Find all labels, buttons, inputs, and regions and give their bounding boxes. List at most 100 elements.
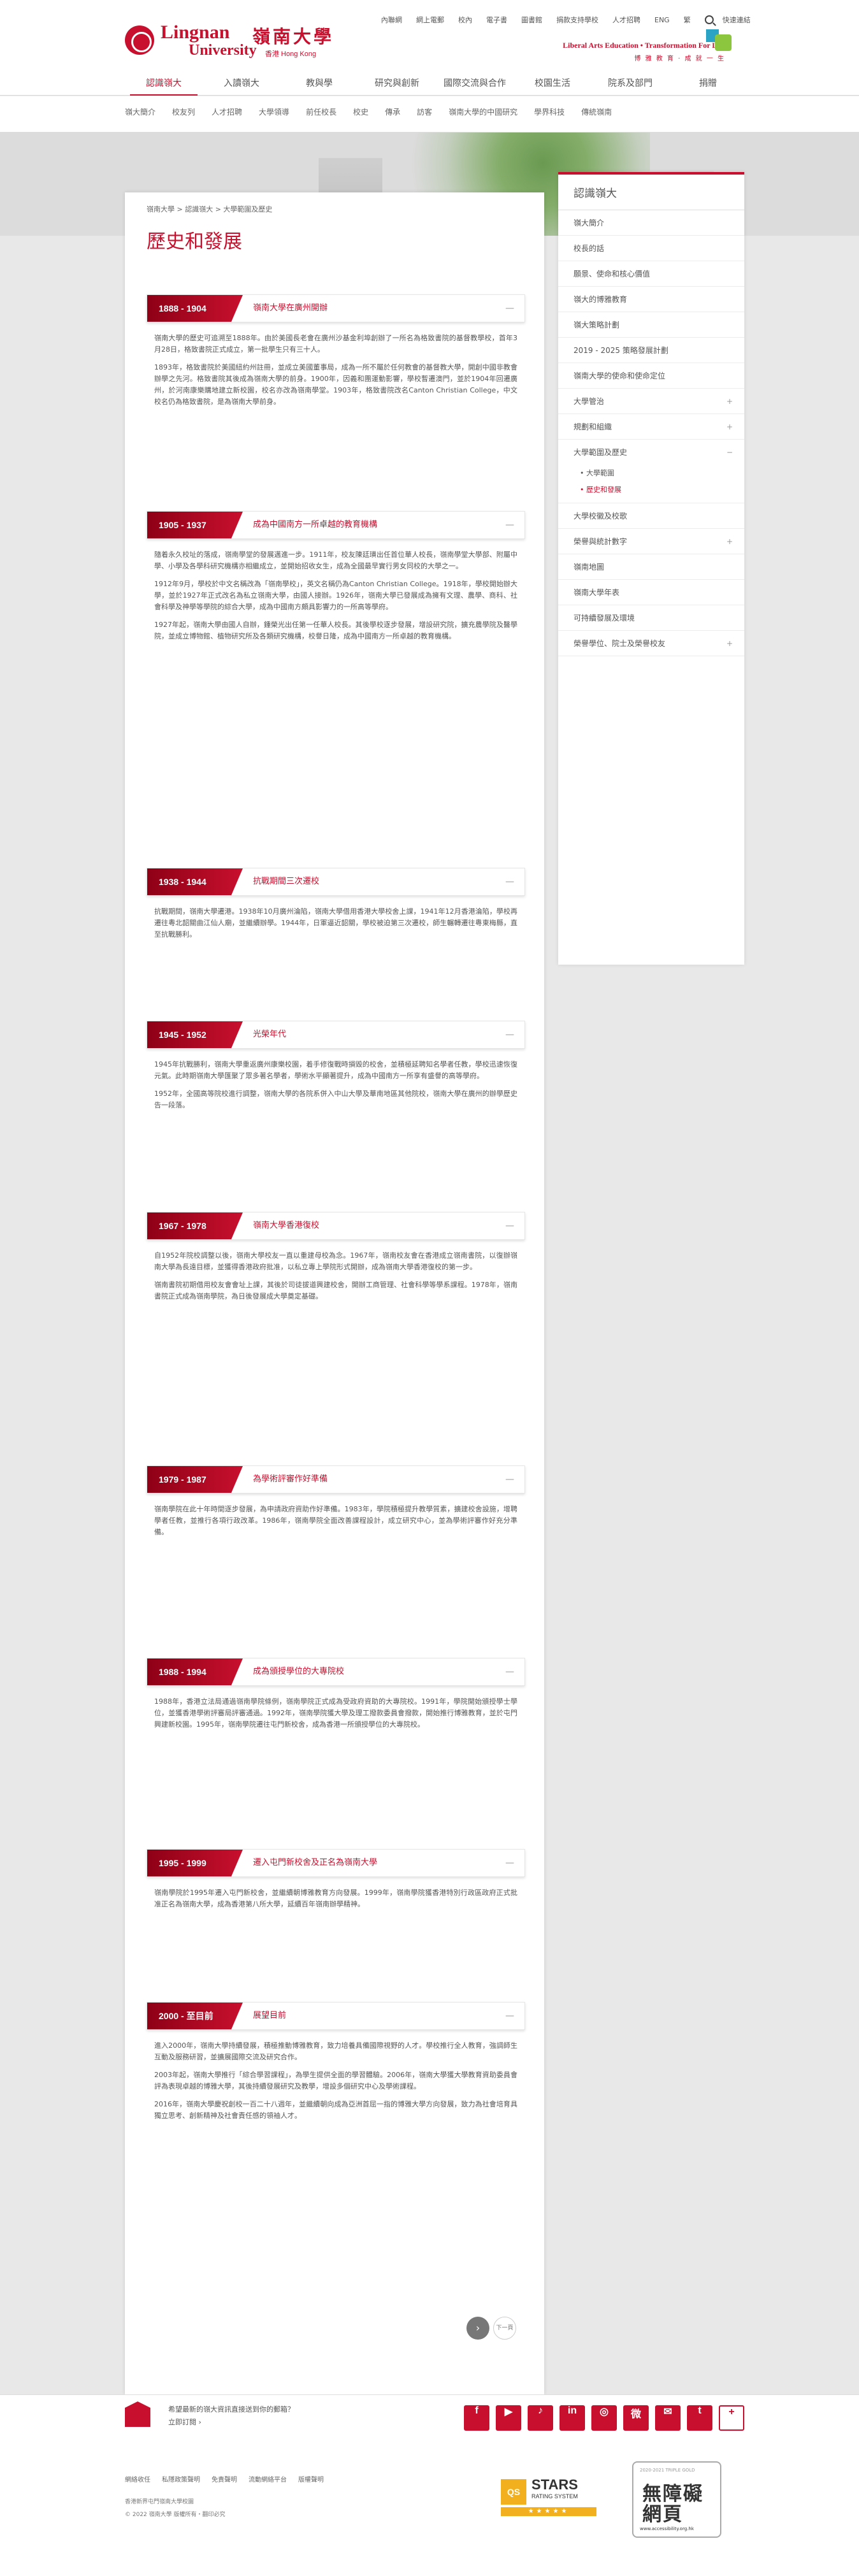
lang-switch-eng[interactable]: ENG	[654, 16, 670, 24]
subnav-item[interactable]: 校史	[353, 106, 368, 117]
sidebar-item-label: 校長的話	[574, 244, 605, 253]
youtube-icon[interactable]: ▶	[496, 2405, 521, 2431]
sidebar-item[interactable]: 嶺大策略計劃	[558, 312, 744, 338]
nav-global[interactable]: 國際交流與合作	[436, 71, 514, 96]
footer-link[interactable]: 私隱政策聲明	[162, 2474, 200, 2484]
sidebar-item[interactable]: 2019 - 2025 策略發展計劃	[558, 338, 744, 363]
collapse-icon[interactable]: −	[726, 440, 733, 465]
twitter-icon[interactable]: t	[687, 2405, 712, 2431]
era-header[interactable]: 1995 - 1999 遷入屯門新校舍及正名為嶺南大學 —	[147, 1849, 525, 1877]
sidebar-item[interactable]: 嶺大簡介	[558, 210, 744, 236]
accessibility-badge[interactable]: 2020-2021 TRIPLE GOLD 無障礙網頁 www.accessib…	[632, 2461, 721, 2538]
subnav-item[interactable]: 傳承	[385, 106, 400, 117]
expand-icon[interactable]: +	[726, 631, 733, 656]
sidebar-subitem-active[interactable]: • 歷史和發展	[558, 482, 744, 503]
weibo-icon[interactable]: 微	[623, 2405, 649, 2431]
footer-link[interactable]: 免責聲明	[212, 2474, 237, 2484]
wechat-icon[interactable]: ✉	[655, 2405, 681, 2431]
collapse-icon[interactable]: —	[505, 1212, 514, 1239]
collapse-icon[interactable]: —	[505, 1659, 514, 1685]
sidebar-item[interactable]: 榮譽學位、院士及榮譽校友 +	[558, 631, 744, 656]
subnav-item[interactable]: 嶺南大學的中國研究	[449, 106, 517, 117]
sidebar-item[interactable]: 嶺南地圖	[558, 554, 744, 580]
sidebar-item[interactable]: 願景、使命和核心價值	[558, 261, 744, 287]
top-link-ebook[interactable]: 電子書	[486, 15, 507, 25]
sidebar-title: 認識嶺大	[558, 172, 744, 210]
top-link-careers[interactable]: 人才招聘	[612, 15, 640, 25]
top-link-library[interactable]: 圖書館	[521, 15, 542, 25]
footer-link[interactable]: 流動網絡平台	[249, 2474, 287, 2484]
collapse-icon[interactable]: —	[505, 868, 514, 895]
sidebar-item[interactable]: 校長的話	[558, 236, 744, 261]
sidebar-item[interactable]: 榮譽與統計數字 +	[558, 529, 744, 554]
newsletter-subscribe-link[interactable]: 立即訂閱 ›	[168, 2417, 201, 2427]
era-header[interactable]: 1979 - 1987 為學術評審作好準備 —	[147, 1465, 525, 1493]
linkedin-icon[interactable]: in	[559, 2405, 585, 2431]
next-page-button[interactable]: ›	[466, 2317, 489, 2340]
next-page-label[interactable]: 下一頁	[493, 2317, 516, 2340]
top-link-campus[interactable]: 校內	[458, 15, 472, 25]
subnav-item[interactable]: 學界科技	[534, 106, 565, 117]
collapse-icon[interactable]: —	[505, 295, 514, 322]
tagline-en: Liberal Arts Education • Transformation …	[563, 41, 725, 50]
sidebar-item[interactable]: 嶺南大學年表	[558, 580, 744, 605]
sidebar-item[interactable]: 大學校徽及校歌	[558, 503, 744, 529]
sidebar-item[interactable]: 大學管治 +	[558, 389, 744, 414]
nav-giving[interactable]: 捐贈	[669, 71, 747, 96]
collapse-icon[interactable]: —	[505, 1021, 514, 1048]
lingnan-logo[interactable]: Lingnan 嶺南大學 University 香港 Hong Kong	[125, 22, 348, 61]
subnav-item[interactable]: 前任校長	[306, 106, 336, 117]
era-title: 嶺南大學在廣州開辦	[253, 303, 328, 313]
expand-icon[interactable]: +	[726, 389, 733, 414]
subnav-item[interactable]: 校友列	[172, 106, 195, 117]
nav-teaching[interactable]: 教與學	[280, 71, 358, 96]
subnav-item[interactable]: 人才招聘	[212, 106, 242, 117]
subnav-item[interactable]: 訪客	[417, 106, 432, 117]
nav-admissions[interactable]: 入讀嶺大	[203, 71, 280, 96]
breadcrumb[interactable]: 嶺南大學 > 認識嶺大 > 大學範圍及歷史	[147, 204, 272, 214]
sidebar-item[interactable]: 可持續發展及環境	[558, 605, 744, 631]
sidebar-subitem[interactable]: • 大學範圍	[558, 465, 744, 482]
collapse-icon[interactable]: —	[505, 1850, 514, 1876]
era-section: 1945 - 1952 光榮年代 — 1945年抗戰勝利，嶺南大學重返廣州康樂校…	[147, 1021, 525, 1118]
expand-icon[interactable]: +	[726, 529, 733, 554]
subnav-item[interactable]: 傳統嶺南	[581, 106, 612, 117]
search-icon[interactable]	[704, 15, 714, 24]
era-header[interactable]: 1945 - 1952 光榮年代 —	[147, 1021, 525, 1049]
sidebar-item-label: 大學管治	[574, 397, 605, 406]
lang-switch-trad[interactable]: 繁	[684, 15, 691, 25]
nav-campus-life[interactable]: 校園生活	[514, 71, 591, 96]
sidebar-item[interactable]: 規劃和組織 +	[558, 414, 744, 440]
instagram-icon[interactable]: ◎	[591, 2405, 617, 2431]
facebook-icon[interactable]: f	[464, 2405, 489, 2431]
era-header[interactable]: 1938 - 1944 抗戰期間三次遷校 —	[147, 868, 525, 896]
subnav-item[interactable]: 嶺大簡介	[125, 106, 155, 117]
sidebar-item[interactable]: 嶺南大學的使命和使命定位	[558, 363, 744, 389]
more-social-icon[interactable]: +	[719, 2405, 744, 2431]
era-header[interactable]: 2000 - 至目前 展望目前 —	[147, 2002, 525, 2030]
nav-about[interactable]: 認識嶺大	[125, 71, 203, 96]
era-header[interactable]: 1905 - 1937 成為中國南方一所卓越的教育機構 —	[147, 511, 525, 539]
sidebar: 認識嶺大 嶺大簡介 校長的話 願景、使命和核心價值 嶺大的博雅教育 嶺大策略計劃…	[558, 172, 744, 965]
nav-departments[interactable]: 院系及部門	[591, 71, 669, 96]
footer-link[interactable]: 網絡收任	[125, 2474, 150, 2484]
era-header[interactable]: 1888 - 1904 嶺南大學在廣州開辦 —	[147, 294, 525, 322]
collapse-icon[interactable]: —	[505, 2003, 514, 2029]
footer-link[interactable]: 版權聲明	[298, 2474, 324, 2484]
qs-stars-badge[interactable]: QS STARS RATING SYSTEM ★★★★★	[501, 2477, 603, 2516]
collapse-icon[interactable]: —	[505, 512, 514, 538]
top-link-donate[interactable]: 捐款支持學校	[556, 15, 598, 25]
era-header[interactable]: 1988 - 1994 成為頒授學位的大專院校 —	[147, 1658, 525, 1686]
top-link-intranet[interactable]: 內聯網	[381, 15, 402, 25]
sidebar-item[interactable]: 嶺大的博雅教育	[558, 287, 744, 312]
subnav-item[interactable]: 大學領導	[259, 106, 289, 117]
top-link-email[interactable]: 網上電郵	[416, 15, 444, 25]
quick-links-dropdown[interactable]: 快速連結	[723, 15, 751, 25]
sidebar-item[interactable]: 大學範圍及歷史 −	[558, 440, 744, 465]
expand-icon[interactable]: +	[726, 414, 733, 440]
era-header[interactable]: 1967 - 1978 嶺南大學香港復校 —	[147, 1212, 525, 1240]
nav-research[interactable]: 研究與創新	[358, 71, 436, 96]
collapse-icon[interactable]: —	[505, 1466, 514, 1493]
tiktok-icon[interactable]: ♪	[528, 2405, 553, 2431]
era-section: 1905 - 1937 成為中國南方一所卓越的教育機構 — 隨着永久校址的落成，…	[147, 511, 525, 649]
